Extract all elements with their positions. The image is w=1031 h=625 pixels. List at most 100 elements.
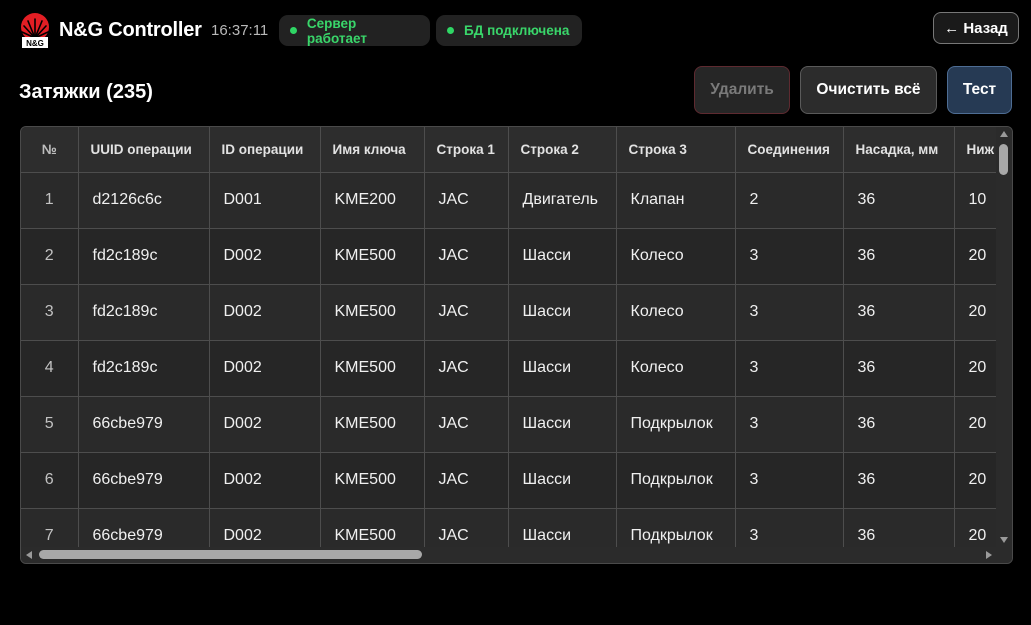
cell-operation-id: D002 bbox=[209, 340, 321, 397]
cell-line-3: Подкрылок bbox=[616, 396, 736, 453]
cell-line-3: Подкрылок bbox=[616, 452, 736, 509]
app-title: N&G Controller bbox=[59, 19, 202, 41]
cell-connections: 3 bbox=[735, 452, 844, 509]
cell-socket-mm: 36 bbox=[843, 340, 955, 397]
cell-key-name: KME500 bbox=[320, 508, 425, 548]
vertical-scrollbar[interactable] bbox=[996, 127, 1012, 548]
cell-connections: 2 bbox=[735, 172, 844, 229]
page-title: Затяжки (235) bbox=[19, 81, 153, 103]
cell-socket-mm: 36 bbox=[843, 396, 955, 453]
table-header-row: № UUID операции ID операции Имя ключа Ст… bbox=[21, 127, 997, 173]
table-row[interactable]: 6 66cbe979 D002 KME500 JAC Шасси Подкрылок 3 36 2… bbox=[21, 452, 997, 509]
cell-connections: 3 bbox=[735, 396, 844, 453]
cell-operation-id: D001 bbox=[209, 172, 321, 229]
column-header-line-2[interactable]: Строка 2 bbox=[508, 127, 617, 173]
table-row[interactable]: 7 66cbe979 D002 KME500 JAC Шасси Подкрылок 3 36 2… bbox=[21, 508, 997, 548]
cell-line-2: Шасси bbox=[508, 284, 617, 341]
cell-key-name: KME500 bbox=[320, 452, 425, 509]
delete-button[interactable]: Удалить bbox=[694, 66, 790, 114]
status-dot-icon bbox=[290, 27, 297, 34]
scrollbar-corner bbox=[996, 547, 1012, 563]
table-row[interactable]: 2 fd2c189c D002 KME500 JAC Шасси Колесо 3 36 20 bbox=[21, 228, 997, 285]
column-header-connections[interactable]: Соединения bbox=[735, 127, 844, 173]
clock: 16:37:11 bbox=[211, 22, 269, 39]
cell-number: 2 bbox=[21, 228, 79, 285]
cell-socket-mm: 36 bbox=[843, 284, 955, 341]
cell-operation-id: D002 bbox=[209, 284, 321, 341]
cell-operation-id: D002 bbox=[209, 228, 321, 285]
db-status-text: БД подключена bbox=[464, 23, 570, 38]
cell-key-name: KME500 bbox=[320, 340, 425, 397]
cell-lower: 20 bbox=[954, 284, 997, 341]
table-row[interactable]: 4 fd2c189c D002 KME500 JAC Шасси Колесо 3 36 20 bbox=[21, 340, 997, 397]
scroll-right-arrow-icon[interactable] bbox=[986, 551, 992, 559]
horizontal-scrollbar[interactable] bbox=[21, 547, 997, 563]
cell-lower: 20 bbox=[954, 508, 997, 548]
cell-line-3: Колесо bbox=[616, 284, 736, 341]
back-button[interactable]: ← Назад bbox=[933, 12, 1019, 44]
clear-all-button[interactable]: Очистить всё bbox=[800, 66, 937, 114]
cell-connections: 3 bbox=[735, 228, 844, 285]
cell-number: 5 bbox=[21, 396, 79, 453]
cell-line-3: Подкрылок bbox=[616, 508, 736, 548]
server-status-text: Сервер работает bbox=[306, 15, 367, 46]
column-header-line-3[interactable]: Строка 3 bbox=[616, 127, 736, 173]
cell-line-2: Шасси bbox=[508, 228, 617, 285]
cell-line-1: JAC bbox=[424, 508, 509, 548]
horizontal-scroll-thumb[interactable] bbox=[39, 550, 422, 559]
cell-line-2: Шасси bbox=[508, 452, 617, 509]
logo-text: N&G bbox=[26, 39, 44, 48]
cell-line-3: Колесо bbox=[616, 228, 736, 285]
scroll-down-arrow-icon[interactable] bbox=[1000, 537, 1008, 543]
column-header-key-name[interactable]: Имя ключа bbox=[320, 127, 425, 173]
cell-key-name: KME500 bbox=[320, 396, 425, 453]
cell-line-2: Двигатель bbox=[508, 172, 617, 229]
table-row[interactable]: 1 d2126c6c D001 KME200 JAC Двигатель Клапан 2 36… bbox=[21, 172, 997, 229]
cell-socket-mm: 36 bbox=[843, 452, 955, 509]
vertical-scroll-thumb[interactable] bbox=[999, 144, 1008, 175]
cell-line-1: JAC bbox=[424, 172, 509, 229]
column-header-operation-id[interactable]: ID операции bbox=[209, 127, 321, 173]
cell-line-1: JAC bbox=[424, 452, 509, 509]
status-dot-icon bbox=[447, 27, 454, 34]
cell-key-name: KME200 bbox=[320, 172, 425, 229]
cell-socket-mm: 36 bbox=[843, 508, 955, 548]
column-header-line-1[interactable]: Строка 1 bbox=[424, 127, 509, 173]
cell-socket-mm: 36 bbox=[843, 228, 955, 285]
cell-line-1: JAC bbox=[424, 284, 509, 341]
test-button[interactable]: Тест bbox=[947, 66, 1012, 114]
cell-number: 7 bbox=[21, 508, 79, 548]
cell-uuid: fd2c189c bbox=[78, 284, 210, 341]
scroll-up-arrow-icon[interactable] bbox=[1000, 131, 1008, 137]
scroll-left-arrow-icon[interactable] bbox=[26, 551, 32, 559]
cell-connections: 3 bbox=[735, 508, 844, 548]
cell-connections: 3 bbox=[735, 340, 844, 397]
cell-line-3: Колесо bbox=[616, 340, 736, 397]
column-header-socket-mm[interactable]: Насадка, мм bbox=[843, 127, 955, 173]
cell-line-2: Шасси bbox=[508, 340, 617, 397]
column-header-uuid[interactable]: UUID операции bbox=[78, 127, 210, 173]
column-header-lower[interactable]: Ниж bbox=[954, 127, 997, 173]
cell-uuid: d2126c6c bbox=[78, 172, 210, 229]
cell-number: 1 bbox=[21, 172, 79, 229]
cell-line-1: JAC bbox=[424, 340, 509, 397]
cell-lower: 20 bbox=[954, 340, 997, 397]
cell-number: 4 bbox=[21, 340, 79, 397]
cell-lower: 20 bbox=[954, 228, 997, 285]
cell-line-1: JAC bbox=[424, 228, 509, 285]
table-row[interactable]: 3 fd2c189c D002 KME500 JAC Шасси Колесо 3 36 20 bbox=[21, 284, 997, 341]
cell-key-name: KME500 bbox=[320, 228, 425, 285]
cell-line-2: Шасси bbox=[508, 508, 617, 548]
cell-uuid: 66cbe979 bbox=[78, 508, 210, 548]
cell-operation-id: D002 bbox=[209, 396, 321, 453]
table-viewport: № UUID операции ID операции Имя ключа Ст… bbox=[21, 127, 997, 548]
cell-lower: 20 bbox=[954, 396, 997, 453]
cell-uuid: fd2c189c bbox=[78, 340, 210, 397]
cell-connections: 3 bbox=[735, 284, 844, 341]
server-status-badge: Сервер работает bbox=[279, 15, 430, 46]
column-header-number[interactable]: № bbox=[21, 127, 79, 173]
cell-lower: 10 bbox=[954, 172, 997, 229]
cell-uuid: 66cbe979 bbox=[78, 396, 210, 453]
cell-key-name: KME500 bbox=[320, 284, 425, 341]
table-row[interactable]: 5 66cbe979 D002 KME500 JAC Шасси Подкрылок 3 36 2… bbox=[21, 396, 997, 453]
